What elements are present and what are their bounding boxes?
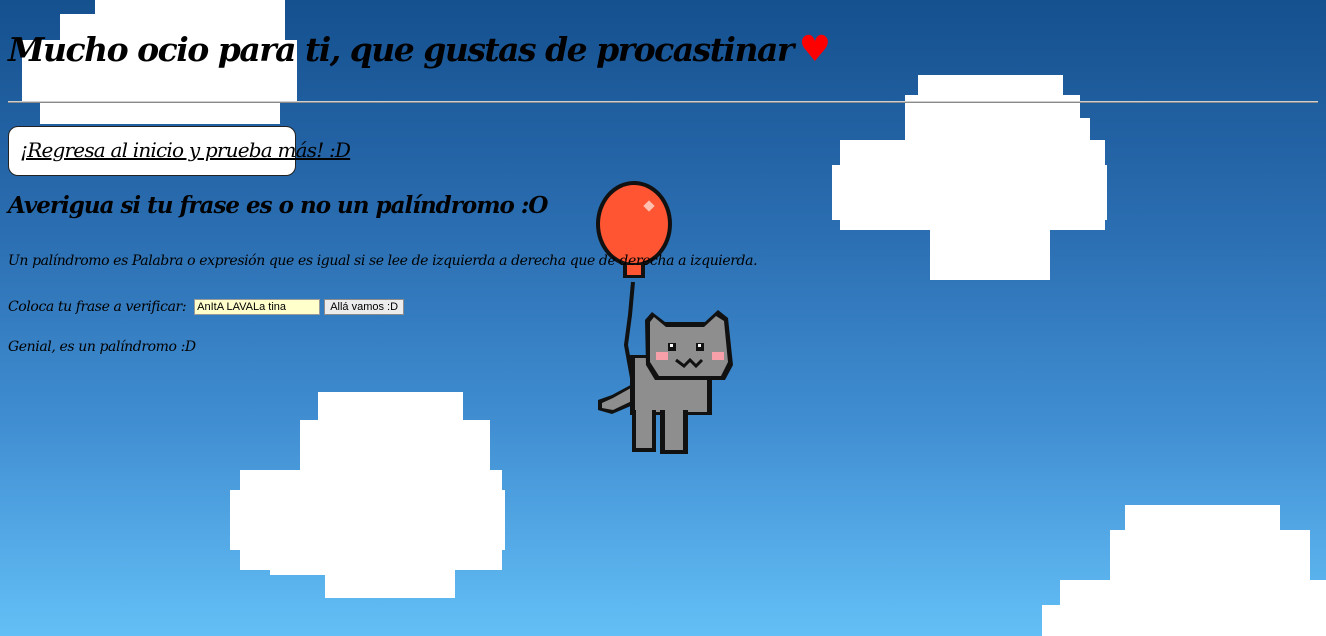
heart-icon: ♥ bbox=[798, 28, 831, 70]
header-divider bbox=[8, 101, 1318, 103]
result-text: Genial, es un palíndromo :D bbox=[8, 339, 196, 355]
page-title: Mucho ocio para ti, que gustas de procas… bbox=[8, 28, 831, 70]
page-content: Mucho ocio para ti, que gustas de procas… bbox=[0, 0, 1326, 636]
phrase-label: Coloca tu frase a verificar: bbox=[8, 299, 187, 315]
section-title: Averigua si tu frase es o no un palíndro… bbox=[8, 192, 548, 219]
phrase-input[interactable] bbox=[194, 299, 321, 315]
home-link[interactable]: ¡Regresa al inicio y prueba más! :D bbox=[20, 138, 351, 162]
home-link-box: ¡Regresa al inicio y prueba más! :D bbox=[8, 126, 351, 176]
palindrome-definition: Un palíndromo es Palabra o expresión que… bbox=[8, 253, 758, 269]
page-title-text: Mucho ocio para ti, que gustas de procas… bbox=[8, 30, 794, 69]
palindrome-form: Coloca tu frase a verificar: Allá vamos … bbox=[8, 296, 405, 318]
submit-button[interactable]: Allá vamos :D bbox=[324, 299, 405, 315]
